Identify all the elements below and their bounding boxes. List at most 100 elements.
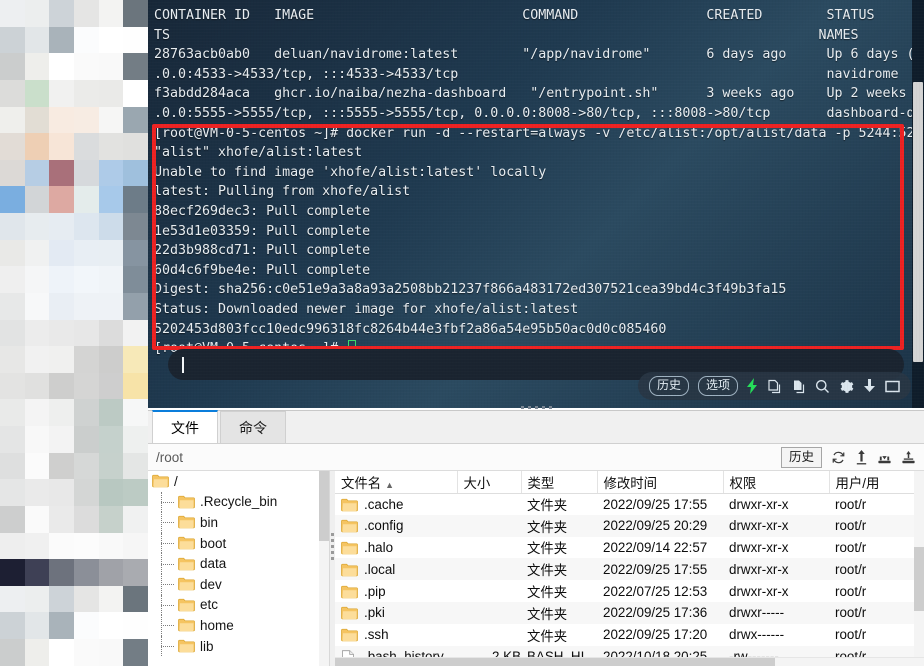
file-list-horizontal-scrollbar[interactable] [335,657,924,666]
dot [534,405,538,409]
mosaic-tile [24,452,50,480]
mosaic-tile [123,452,148,480]
mosaic-tile [0,26,25,54]
file-size-cell [457,624,521,646]
tree-guide-line [156,512,178,533]
mosaic-tile [98,532,124,560]
mosaic-tile [0,186,25,213]
mosaic-tile [0,133,25,160]
column-header-文件名[interactable]: 文件名 ▲ [335,471,458,494]
column-header-label: 修改时间 [603,475,658,491]
terminal-toolbar[interactable]: 历史 选项 [638,372,912,400]
ssh-terminal-panel[interactable]: CONTAINER ID IMAGE COMMAND CREATED STATU… [148,0,924,408]
mosaic-tile [24,319,50,347]
file-history-button[interactable]: 历史 [780,446,822,468]
file-name-label: .pip [364,583,386,599]
directory-tree[interactable]: / .Recycle_bin bin boot data dev etc home lib [148,471,330,666]
mosaic-tile [49,292,74,320]
copy-icon[interactable] [767,379,782,394]
column-header-大小[interactable]: 大小 [457,471,522,494]
mosaic-tile [73,106,99,134]
mosaic-tile [123,319,148,347]
column-header-类型[interactable]: 类型 [521,471,598,494]
mosaic-tile [98,0,124,27]
mosaic-tile [0,612,25,639]
download-icon[interactable] [863,378,876,394]
mosaic-tile [123,612,148,639]
paste-icon[interactable] [791,379,806,394]
file-row[interactable]: .ssh 文件夹 2022/09/25 17:20 drwx------ root/r [335,624,924,646]
file-owner-cell: root/r [835,627,867,643]
window-icon[interactable] [885,380,900,393]
terminal-scrollbar-thumb[interactable] [913,82,923,362]
tree-item-recyclebin[interactable]: .Recycle_bin [148,491,329,513]
file-row[interactable]: .pki 文件夹 2022/09/25 17:36 drwxr----- root/r [335,601,924,624]
column-header-用户/用[interactable]: 用户/用 [829,471,924,494]
folder-icon [178,495,195,509]
download-file-icon[interactable] [877,450,892,465]
tree-item-data[interactable]: data [148,553,329,574]
file-list-header-row[interactable]: 文件名 ▲ 大小 类型 修改时间 权限 用户/用 [335,471,924,494]
tree-item-root[interactable]: / [148,471,329,492]
mosaic-tile [49,559,74,586]
tree-scrollbar-thumb[interactable] [319,471,329,541]
file-name-cell: .ssh [335,624,457,646]
mosaic-tile [0,372,25,400]
file-row[interactable]: .halo 文件夹 2022/09/14 22:57 drwxr-xr-x root/r [335,537,924,559]
file-type-cell: 文件夹 [527,541,568,557]
file-row[interactable]: .cache 文件夹 2022/09/25 17:55 drwxr-xr-x root/… [335,493,924,515]
folder-icon [341,563,358,577]
tree-item-label: / [174,473,178,489]
mosaic-tile [0,452,25,480]
tree-scrollbar[interactable] [319,471,329,666]
mosaic-tile [123,532,148,560]
mosaic-tile [73,133,99,160]
file-list-hscroll-thumb[interactable] [335,658,775,666]
terminal-line: "alist" xhofe/alist:latest [154,145,363,161]
file-list-vscroll-thumb[interactable] [914,547,924,611]
mosaic-tile [98,612,124,639]
file-owner-cell: root/r [829,558,924,581]
mosaic-tile [0,585,25,613]
file-row[interactable]: .config 文件夹 2022/09/25 20:29 drwxr-xr-x root… [335,514,924,537]
mosaic-tile [24,239,50,267]
terminal-line: Unable to find image 'xhofe/alist:latest… [154,164,547,180]
file-list-container[interactable]: 文件名 ▲ 大小 类型 修改时间 权限 用户/用 .cache 文件夹 2022/09/25 1… [335,471,924,666]
upload-arrow-icon[interactable] [855,449,868,465]
mosaic-tile [123,292,148,320]
file-type-cell: 文件夹 [527,628,568,644]
tree-item-boot[interactable]: boot [148,532,329,554]
terminal-history-button[interactable]: 历史 [649,376,690,396]
current-path-input[interactable]: /root [148,450,781,465]
file-name-label: .halo [364,539,394,555]
column-header-权限[interactable]: 权限 [723,471,830,494]
mosaic-tile [24,372,50,400]
upload-file-icon[interactable] [901,450,916,465]
column-header-修改时间[interactable]: 修改时间 [597,471,724,494]
tab-commands[interactable]: 命令 [220,411,286,443]
file-name-cell: .cache [335,493,457,515]
terminal-options-button[interactable]: 选项 [698,376,739,396]
mosaic-tile [24,26,50,54]
tree-item-etc[interactable]: etc [148,594,329,616]
gear-icon[interactable] [839,379,854,394]
bolt-icon[interactable] [747,378,758,394]
tree-item-bin[interactable]: bin [148,512,329,533]
mosaic-tile [49,53,74,80]
mosaic-tile [98,133,124,160]
file-manager-tabs[interactable]: 文件 命令 [148,410,924,444]
mosaic-tile [0,479,25,506]
mosaic-tile [24,559,50,586]
tree-item-dev[interactable]: dev [148,573,329,595]
tree-item-home[interactable]: home [148,615,329,636]
terminal-scrollbar[interactable] [912,0,924,408]
mosaic-tile [0,505,25,533]
search-icon[interactable] [815,379,830,394]
tab-files[interactable]: 文件 [152,410,218,443]
tree-item-lib[interactable]: lib [148,635,329,657]
file-list-vertical-scrollbar[interactable] [914,471,924,657]
mosaic-tile [73,372,99,400]
refresh-icon[interactable] [831,450,846,465]
file-row[interactable]: .pip 文件夹 2022/07/25 12:53 drwxr-xr-x root/r [335,580,924,602]
file-row[interactable]: .local 文件夹 2022/09/25 17:55 drwxr-xr-x root/… [335,558,924,581]
